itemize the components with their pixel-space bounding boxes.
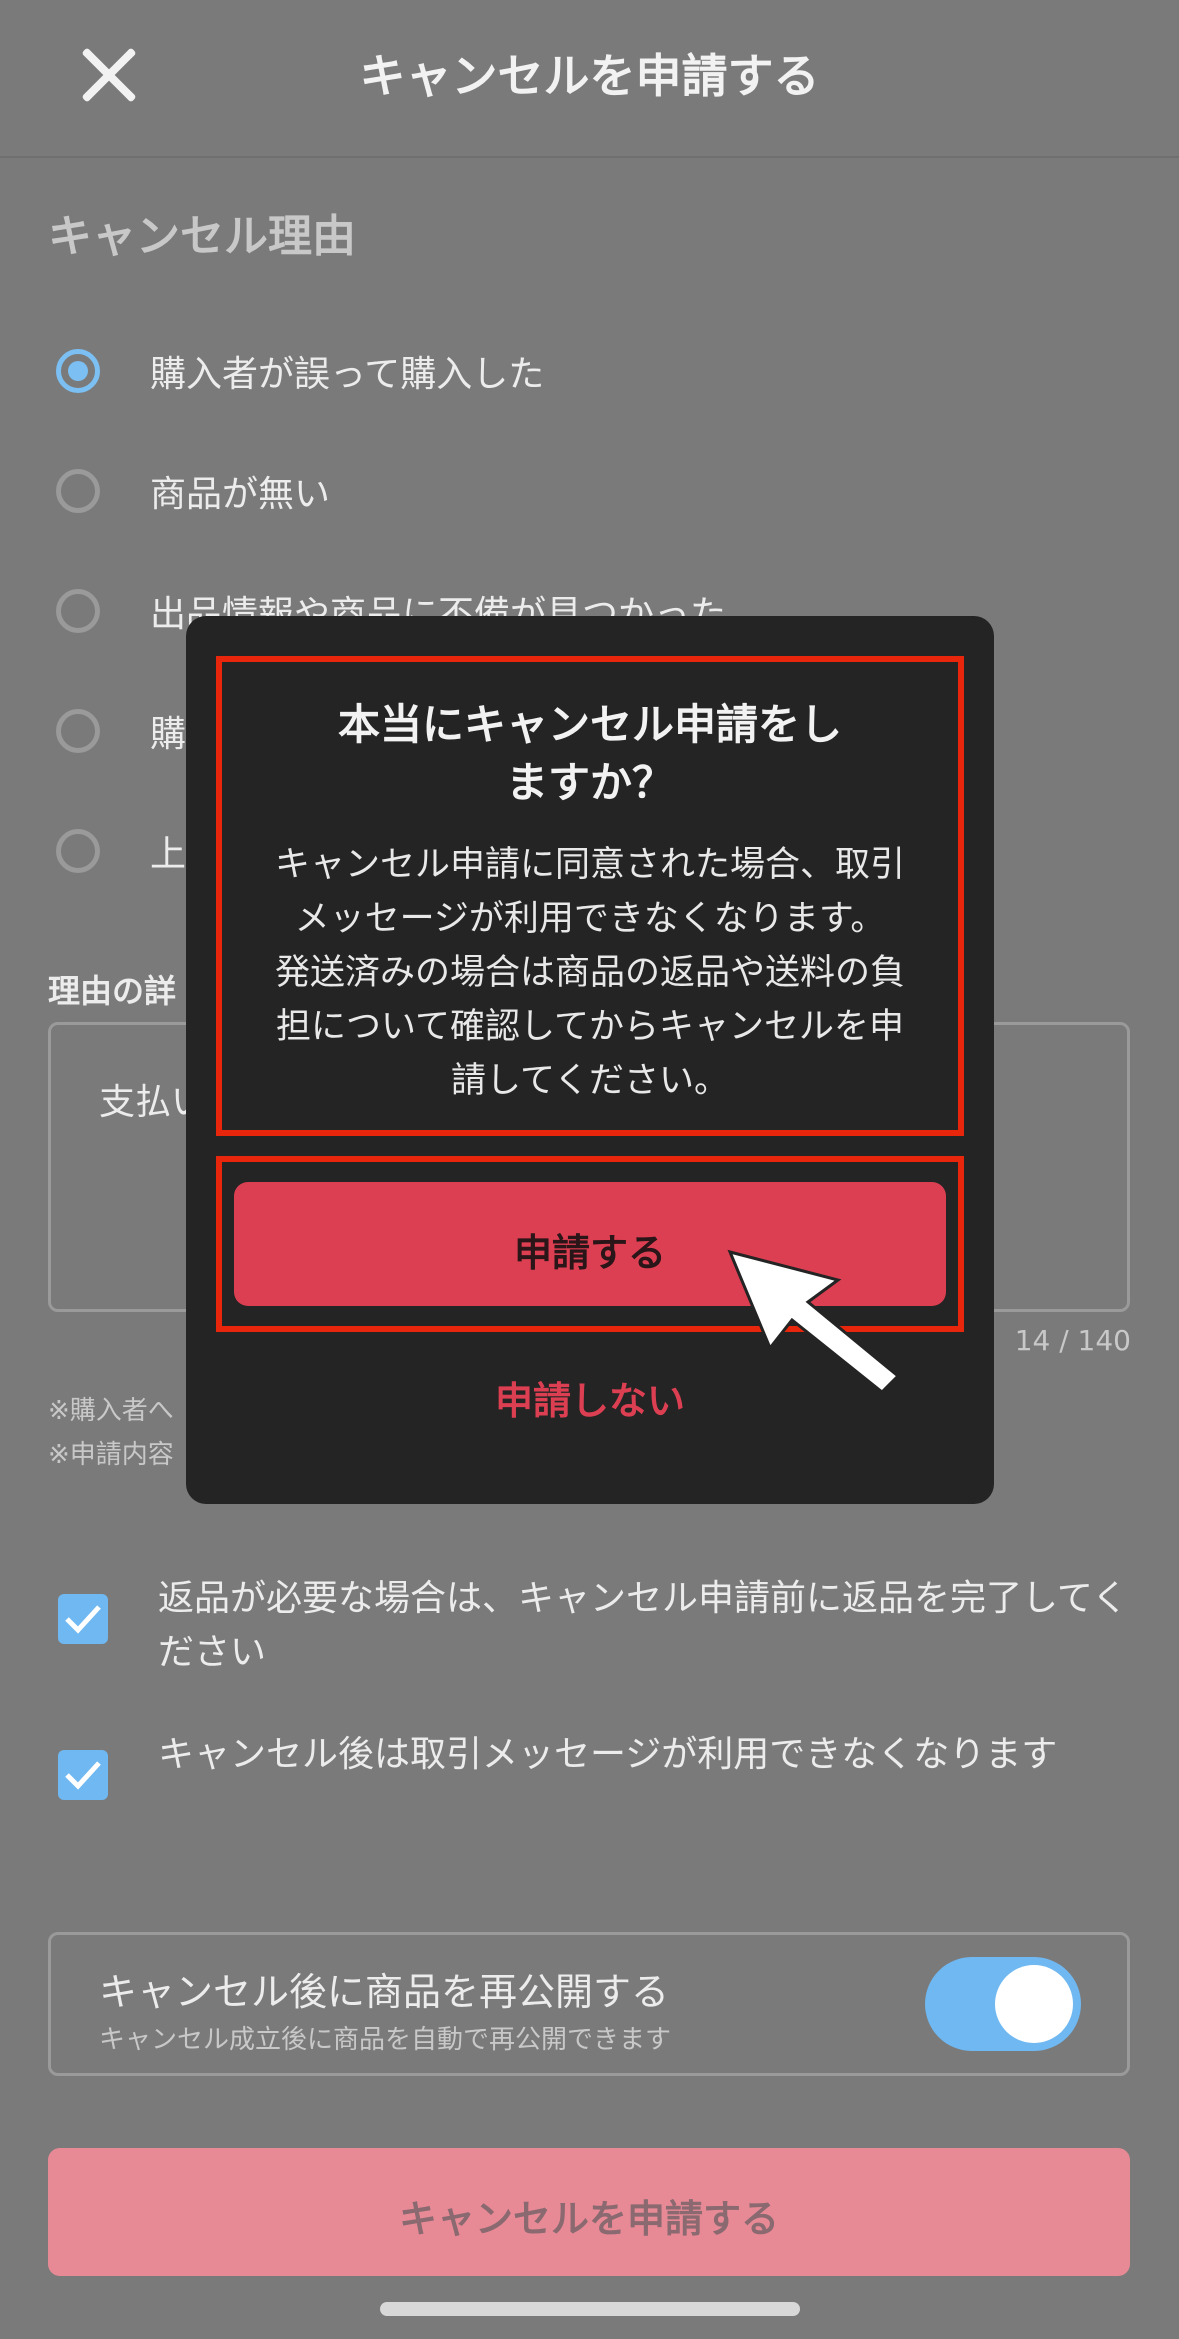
relist-toggle[interactable] — [925, 1957, 1081, 2051]
radio-icon[interactable] — [56, 469, 100, 513]
checkbox-checked-icon[interactable] — [58, 1594, 108, 1644]
radio-icon[interactable] — [56, 829, 100, 873]
pointer-arrow-icon — [727, 1249, 901, 1395]
reason-section-title: キャンセル理由 — [48, 211, 356, 262]
header: キャンセルを申請する — [0, 0, 1179, 158]
relist-title: キャンセル後に商品を再公開する — [99, 1970, 670, 2014]
cancel-request-screen: キャンセルを申請する キャンセル理由 購入者が誤って購入した 商品が無い 出品情… — [0, 0, 1179, 2339]
checkbox-checked-icon[interactable] — [58, 1750, 108, 1800]
note-2: ※申請内容 — [48, 1440, 174, 1470]
submit-label: キャンセルを申請する — [398, 2197, 779, 2241]
reason-option-label: 上 — [150, 834, 187, 875]
reason-option-label: 購入者が誤って購入した — [150, 354, 545, 395]
check-label: 返品が必要な場合は、キャンセル申請前に返品を完了してください — [158, 1578, 1128, 1673]
radio-icon[interactable] — [56, 589, 100, 633]
reason-option-label: 購 — [150, 714, 187, 755]
reason-option-2[interactable]: 商品が無い — [56, 456, 330, 526]
check-label: キャンセル後は取引メッセージが利用できなくなります — [158, 1734, 1058, 1775]
relist-subtitle: キャンセル成立後に商品を自動で再公開できます — [99, 2025, 672, 2055]
radio-selected-icon[interactable] — [56, 349, 100, 393]
reason-option-label: 商品が無い — [150, 474, 331, 515]
page-title: キャンセルを申請する — [359, 49, 820, 103]
toggle-knob — [995, 1965, 1073, 2043]
reason-option-5[interactable]: 上 — [56, 816, 186, 886]
relist-card: キャンセル後に商品を再公開する キャンセル成立後に商品を自動で再公開できます — [48, 1932, 1130, 2076]
note-1: ※購入者へ — [48, 1396, 174, 1426]
reason-option-4[interactable]: 購 — [56, 696, 186, 766]
highlight-box-message — [216, 656, 964, 1136]
submit-cancel-request-button[interactable]: キャンセルを申請する — [48, 2148, 1130, 2276]
character-counter: 14 / 140 — [1014, 1324, 1131, 1357]
home-indicator — [380, 2302, 800, 2316]
radio-icon[interactable] — [56, 709, 100, 753]
detail-section-title: 理由の詳 — [48, 972, 177, 1010]
reason-option-1[interactable]: 購入者が誤って購入した — [56, 336, 544, 406]
